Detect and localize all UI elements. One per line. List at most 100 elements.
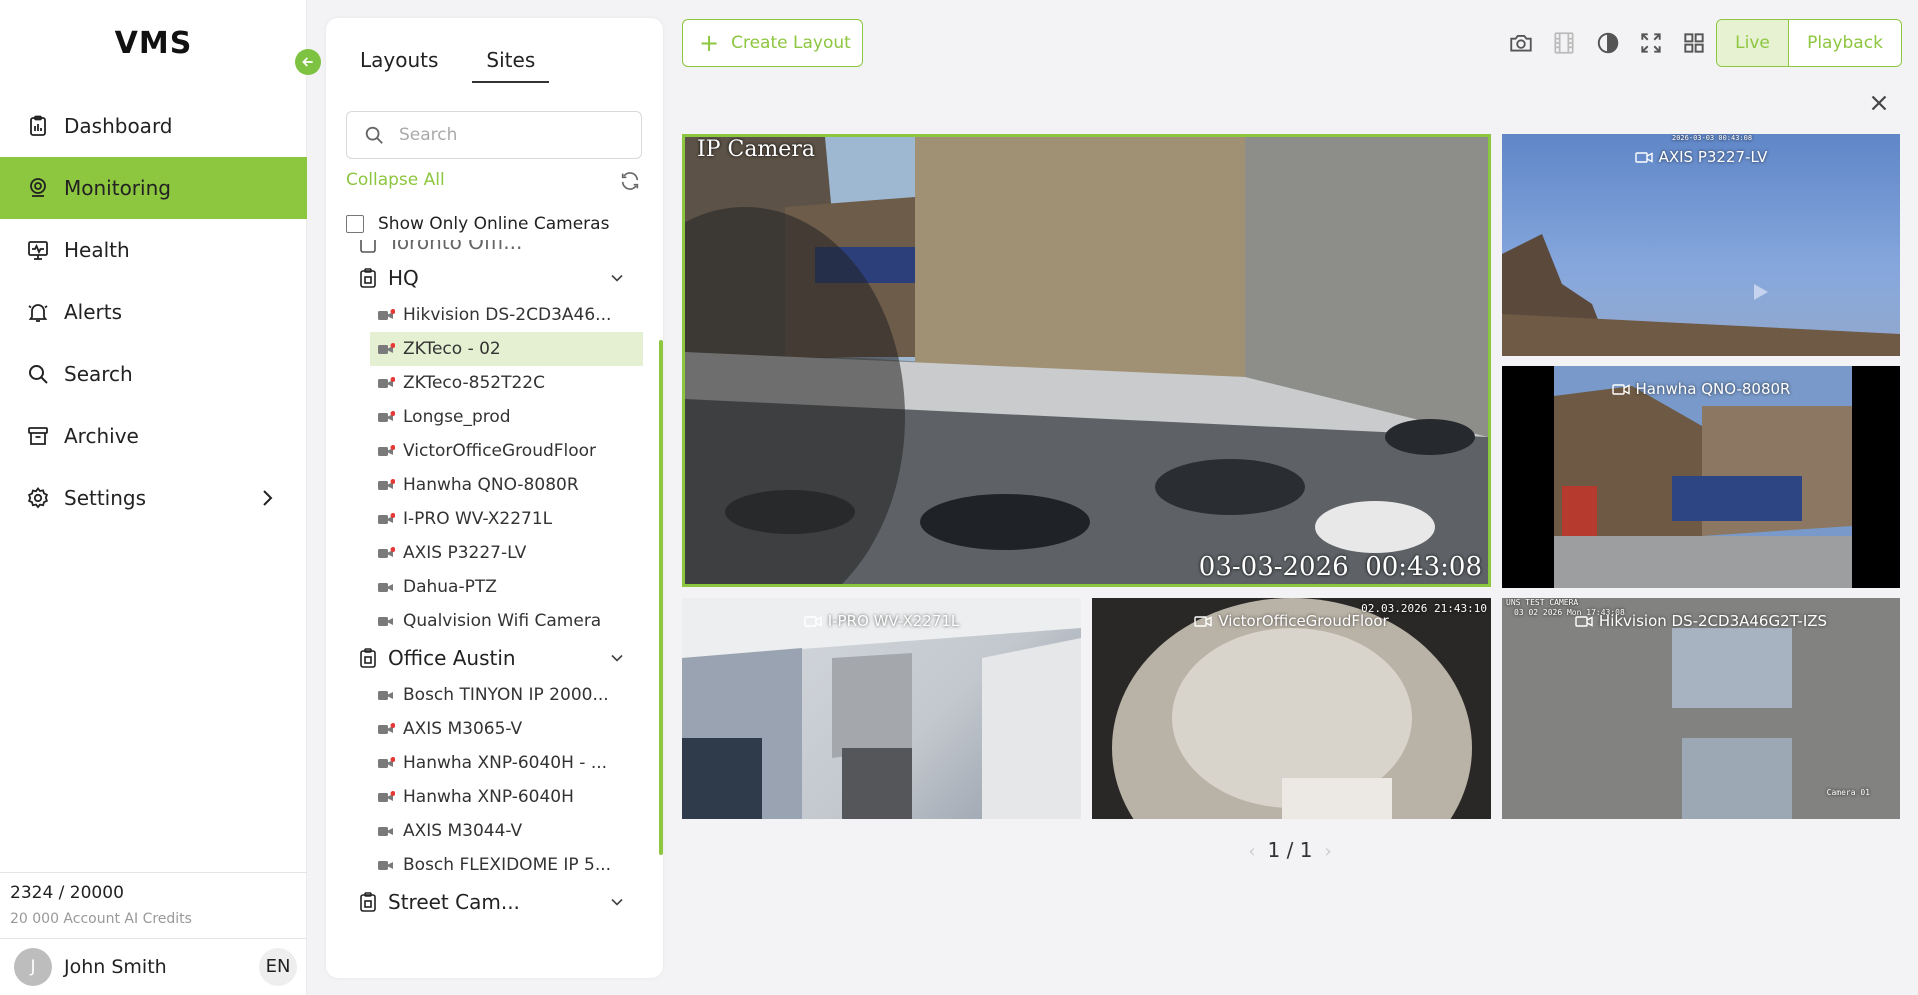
- grid-layout-icon[interactable]: [1681, 30, 1707, 56]
- camera-item[interactable]: AXIS P3227-LV: [370, 536, 643, 570]
- camera-snapshot-icon[interactable]: [1508, 30, 1534, 56]
- chevron-right-icon[interactable]: [255, 486, 279, 510]
- panel-tabs: Layouts Sites: [360, 48, 550, 83]
- video-tile-victor-office[interactable]: 02.03.2026 21:43:10 VictorOfficeGroudFlo…: [1092, 598, 1491, 819]
- user-profile[interactable]: J John Smith EN: [0, 938, 307, 995]
- site-group-street-cam[interactable]: Street Cam...: [326, 882, 663, 922]
- camera-item[interactable]: Bosch FLEXIDOME IP 5...: [370, 848, 643, 882]
- playback-button[interactable]: Playback: [1789, 20, 1901, 66]
- camera-item[interactable]: Hanwha QNO-8080R: [370, 468, 643, 502]
- osd-camera-name: IP Camera: [697, 137, 815, 162]
- avatar[interactable]: J: [14, 948, 52, 986]
- nav-item-settings[interactable]: Settings: [0, 467, 307, 529]
- video-tile-hikvision[interactable]: UNS TEST CAMERA 03 02 2026 Mon 17:43:08 …: [1502, 598, 1900, 819]
- chevron-down-icon[interactable]: [607, 892, 627, 912]
- camera-item[interactable]: Qualvision Wifi Camera: [370, 604, 643, 638]
- prev-page-icon[interactable]: ‹: [1248, 841, 1255, 862]
- online-only-filter[interactable]: Show Only Online Cameras: [346, 214, 609, 234]
- sites-panel: Layouts Sites Collapse All Show Only Onl…: [326, 18, 663, 978]
- building-icon: [360, 240, 376, 253]
- building-icon: [360, 268, 376, 288]
- tab-sites[interactable]: Sites: [472, 48, 550, 83]
- nav-item-search[interactable]: Search: [0, 343, 307, 405]
- next-page-icon[interactable]: ›: [1324, 841, 1331, 862]
- camera-item-label: AXIS P3227-LV: [403, 543, 527, 563]
- video-tile-axis-p3227[interactable]: 2026-03-03 00:43:08 AXIS P3227-LV: [1502, 134, 1900, 356]
- camera-label-text: Hikvision DS-2CD3A46G2T-IZS: [1598, 612, 1828, 630]
- video-camera-icon: [378, 309, 395, 320]
- clipboard-icon: [30, 115, 46, 136]
- video-tile-hanwha-qno[interactable]: Hanwha QNO-8080R: [1502, 366, 1900, 588]
- camera-item-label: Bosch TINYON IP 2000...: [403, 685, 609, 705]
- camera-label-text: I-PRO WV-X2271L: [827, 612, 960, 630]
- contrast-icon[interactable]: [1595, 30, 1621, 56]
- nav-item-label: Monitoring: [64, 176, 171, 200]
- nav-item-label: Archive: [64, 424, 139, 448]
- video-camera-icon: [1575, 615, 1593, 627]
- site-group-label: Office Austin: [388, 646, 516, 670]
- live-button[interactable]: Live: [1717, 20, 1789, 66]
- building-icon: [360, 892, 376, 912]
- chevron-down-icon[interactable]: [607, 648, 627, 668]
- camera-item[interactable]: AXIS M3044-V: [370, 814, 643, 848]
- camera-item[interactable]: AXIS M3065-V: [370, 712, 643, 746]
- video-tile-ipro-wv[interactable]: I-PRO WV-X2271L: [682, 598, 1081, 819]
- pagination: ‹ 1 / 1 ›: [1230, 838, 1350, 862]
- site-tree: Toronto Offi... HQ Hikvision DS-2CD3A46.…: [326, 240, 663, 965]
- search-icon: [29, 365, 48, 384]
- search-input[interactable]: [399, 125, 619, 145]
- camera-item-label: Hanwha QNO-8080R: [403, 475, 579, 495]
- site-group-hq[interactable]: HQ: [326, 258, 663, 298]
- camera-item[interactable]: ZKTeco-852T22C: [370, 366, 643, 400]
- nav-item-label: Dashboard: [64, 114, 173, 138]
- chevron-down-icon[interactable]: [607, 268, 627, 288]
- nav-item-alerts[interactable]: Alerts: [0, 281, 307, 343]
- tree-scrollbar[interactable]: [659, 340, 663, 855]
- camera-item[interactable]: Dahua-PTZ: [370, 570, 643, 604]
- tab-layouts[interactable]: Layouts: [360, 48, 438, 83]
- camera-label: VictorOfficeGroudFloor: [1092, 612, 1491, 630]
- camera-item-label: Hanwha XNP-6040H - ...: [403, 753, 608, 773]
- online-only-checkbox[interactable]: [346, 215, 364, 233]
- camera-item[interactable]: ZKTeco - 02: [370, 332, 643, 366]
- credits-value: 2324 / 20000: [10, 883, 124, 903]
- create-layout-button[interactable]: + Create Layout: [682, 19, 863, 67]
- camera-item-label: VictorOfficeGroudFloor: [403, 441, 597, 461]
- collapse-sidebar-button[interactable]: [295, 49, 321, 75]
- nav-item-monitoring[interactable]: Monitoring: [0, 157, 307, 219]
- camera-item-label: AXIS M3065-V: [403, 719, 523, 739]
- close-icon[interactable]: [1866, 90, 1892, 116]
- camera-item[interactable]: Hanwha XNP-6040H - ...: [370, 746, 643, 780]
- camera-item[interactable]: VictorOfficeGroudFloor: [370, 434, 643, 468]
- camera-item-label: Longse_prod: [403, 407, 511, 427]
- storefront-scene-graphic: [1554, 366, 1852, 588]
- nav-item-label: Search: [64, 362, 133, 386]
- site-group-office-austin[interactable]: Office Austin: [326, 638, 663, 678]
- view-mode-toggle: Live Playback: [1716, 19, 1902, 67]
- camera-item[interactable]: I-PRO WV-X2271L: [370, 502, 643, 536]
- camera-item[interactable]: Hikvision DS-2CD3A46...: [370, 298, 643, 332]
- camera-item[interactable]: Hanwha XNP-6040H: [370, 780, 643, 814]
- camera-label: Hikvision DS-2CD3A46G2T-IZS: [1502, 612, 1900, 630]
- site-group-partial[interactable]: Toronto Offi...: [326, 240, 663, 254]
- archive-icon: [28, 427, 48, 445]
- video-camera-icon: [378, 343, 395, 354]
- language-button[interactable]: EN: [259, 948, 297, 986]
- camera-item[interactable]: Longse_prod: [370, 400, 643, 434]
- video-camera-icon: [378, 377, 395, 388]
- camera-item[interactable]: Bosch TINYON IP 2000...: [370, 678, 643, 712]
- nav-item-archive[interactable]: Archive: [0, 405, 307, 467]
- video-tile-main[interactable]: IP Camera 03-03-2026 00:43:08: [682, 134, 1491, 587]
- fullscreen-icon[interactable]: [1638, 30, 1664, 56]
- refresh-icon[interactable]: [619, 170, 641, 192]
- video-camera-icon: [378, 513, 395, 524]
- building-scene-graphic: [1502, 234, 1900, 356]
- camera-item-label: ZKTeco - 02: [403, 339, 501, 359]
- bell-icon: [28, 304, 48, 322]
- video-camera-icon: [378, 547, 395, 558]
- nav-item-health[interactable]: Health: [0, 219, 307, 281]
- arrow-left-icon: [302, 57, 313, 67]
- nav-item-dashboard[interactable]: Dashboard: [0, 95, 307, 157]
- collapse-all-link[interactable]: Collapse All: [346, 170, 445, 190]
- film-icon[interactable]: [1551, 30, 1577, 56]
